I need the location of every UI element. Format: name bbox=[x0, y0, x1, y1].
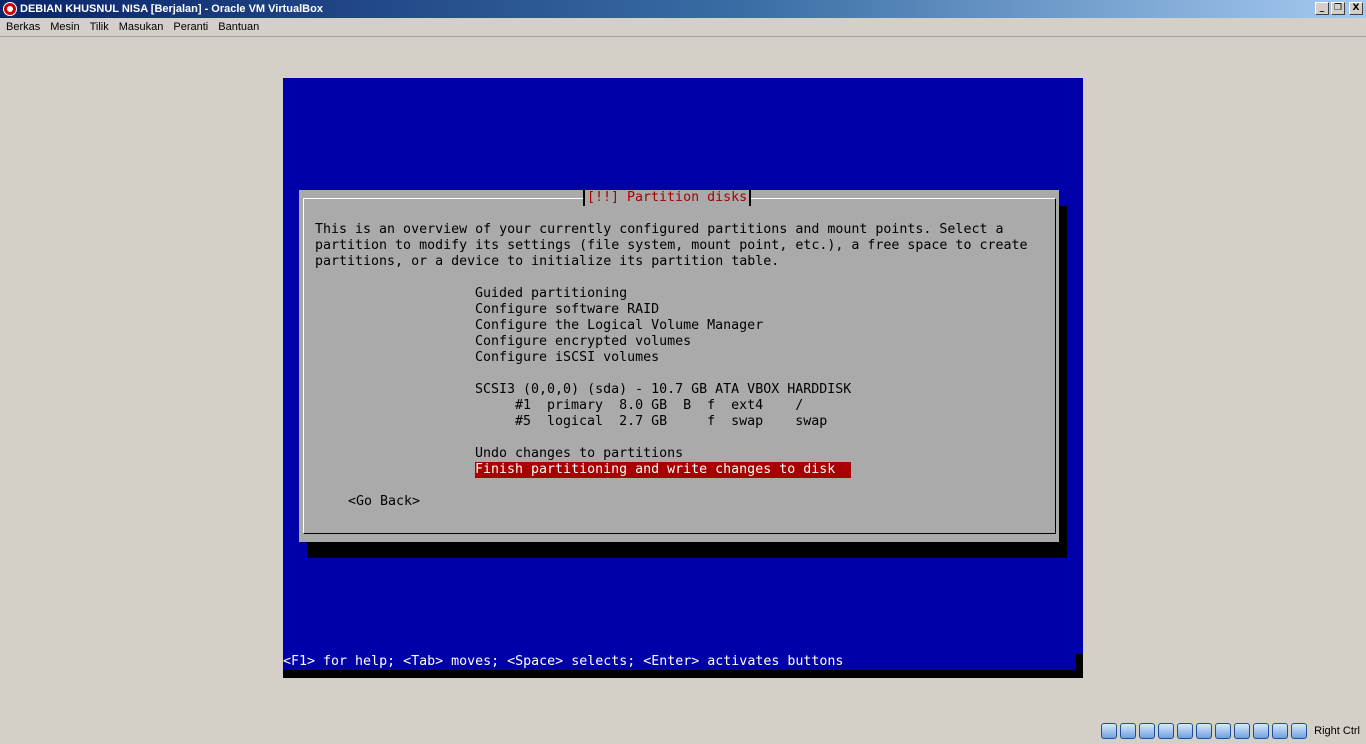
dialog-title: [!!] Partition disks bbox=[583, 190, 752, 206]
floppy-icon[interactable] bbox=[1120, 723, 1137, 739]
optical-drive-icon[interactable] bbox=[1101, 723, 1118, 739]
menu-berkas[interactable]: Berkas bbox=[2, 18, 44, 36]
shared-folder-icon[interactable] bbox=[1196, 723, 1213, 739]
partition-5[interactable]: #5 logical 2.7 GB f swap swap bbox=[515, 414, 827, 430]
finish-partitioning-option[interactable]: Finish partitioning and write changes to… bbox=[475, 462, 851, 478]
arrow-down-icon[interactable] bbox=[1291, 723, 1308, 739]
disk-entry[interactable]: SCSI3 (0,0,0) (sda) - 10.7 GB ATA VBOX H… bbox=[475, 382, 851, 398]
go-back-button[interactable]: <Go Back> bbox=[348, 494, 420, 510]
menu-masukan[interactable]: Masukan bbox=[115, 18, 168, 36]
window-title: DEBIAN KHUSNUL NISA [Berjalan] - Oracle … bbox=[20, 3, 323, 15]
intro-line-2: partition to modify its settings (file s… bbox=[315, 238, 1028, 253]
option-iscsi-volumes[interactable]: Configure iSCSI volumes bbox=[475, 350, 659, 366]
mouse-integration-icon[interactable] bbox=[1272, 723, 1289, 739]
window-titlebar: DEBIAN KHUSNUL NISA [Berjalan] - Oracle … bbox=[0, 0, 1366, 18]
window-controls: _ ❐ X bbox=[1315, 2, 1363, 15]
screen-edge-bottom bbox=[283, 670, 1083, 678]
vm-status-bar: Right Ctrl bbox=[1101, 720, 1366, 742]
restore-button[interactable]: ❐ bbox=[1331, 2, 1345, 15]
menu-peranti[interactable]: Peranti bbox=[169, 18, 212, 36]
virtualbox-app-icon[interactable] bbox=[3, 2, 17, 16]
capture-icon[interactable] bbox=[1234, 723, 1251, 739]
installer-help-line: <F1> for help; <Tab> moves; <Space> sele… bbox=[283, 654, 1076, 670]
minimize-button[interactable]: _ bbox=[1315, 2, 1329, 15]
option-software-raid[interactable]: Configure software RAID bbox=[475, 302, 659, 318]
option-encrypted-volumes[interactable]: Configure encrypted volumes bbox=[475, 334, 691, 350]
usb-icon[interactable] bbox=[1177, 723, 1194, 739]
audio-icon[interactable] bbox=[1139, 723, 1156, 739]
intro-line-1: This is an overview of your currently co… bbox=[315, 222, 1004, 237]
close-button[interactable]: X bbox=[1349, 2, 1363, 15]
menu-tilik[interactable]: Tilik bbox=[86, 18, 113, 36]
partition-1[interactable]: #1 primary 8.0 GB B f ext4 / bbox=[515, 398, 803, 414]
host-key-label: Right Ctrl bbox=[1314, 725, 1360, 737]
menubar: Berkas Mesin Tilik Masukan Peranti Bantu… bbox=[0, 18, 1366, 37]
option-lvm[interactable]: Configure the Logical Volume Manager bbox=[475, 318, 763, 334]
undo-changes-option[interactable]: Undo changes to partitions bbox=[475, 446, 683, 462]
intro-line-3: partitions, or a device to initialize it… bbox=[315, 254, 780, 269]
virtualization-icon[interactable] bbox=[1253, 723, 1270, 739]
display-icon[interactable] bbox=[1215, 723, 1232, 739]
network-icon[interactable] bbox=[1158, 723, 1175, 739]
partition-dialog: [!!] Partition disks This is an overview… bbox=[299, 190, 1059, 542]
option-guided-partitioning[interactable]: Guided partitioning bbox=[475, 286, 627, 302]
vm-display[interactable]: [!!] Partition disks This is an overview… bbox=[283, 78, 1083, 678]
menu-mesin[interactable]: Mesin bbox=[46, 18, 83, 36]
menu-bantuan[interactable]: Bantuan bbox=[214, 18, 263, 36]
